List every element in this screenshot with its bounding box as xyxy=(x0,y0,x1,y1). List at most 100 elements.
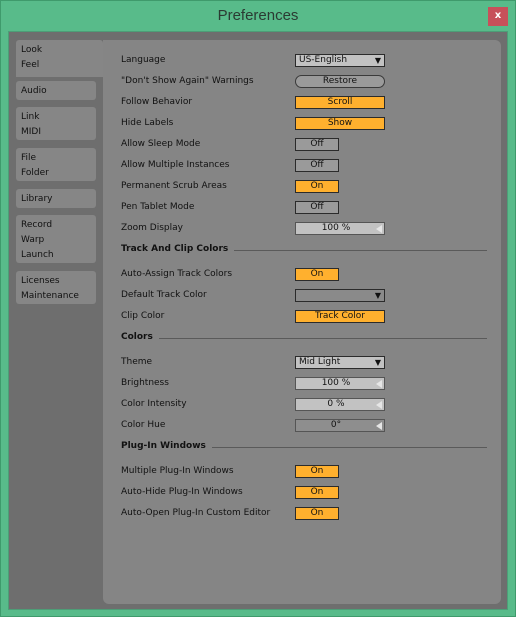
hide-labels-toggle[interactable]: Show xyxy=(295,117,385,130)
theme-dropdown[interactable]: Mid Light ▼ xyxy=(295,356,385,369)
section-title: Colors xyxy=(121,332,159,342)
slider-arrow-icon xyxy=(376,401,382,409)
tab-file[interactable]: File xyxy=(21,151,91,166)
tab-warp[interactable]: Warp xyxy=(21,233,91,248)
tab-group-library[interactable]: Library xyxy=(16,189,96,208)
title-bar[interactable]: Preferences x xyxy=(1,1,515,31)
default-track-color-dropdown[interactable]: ▼ xyxy=(295,289,385,302)
section-title: Track And Clip Colors xyxy=(121,244,235,254)
brightness-value: 100 % xyxy=(321,378,351,388)
color-hue-label: Color Hue xyxy=(121,420,166,430)
color-intensity-label: Color Intensity xyxy=(121,399,187,409)
row-multiple-plugin-windows: Multiple Plug-In Windows On xyxy=(121,465,481,480)
row-auto-hide-plugin: Auto-Hide Plug-In Windows On xyxy=(121,486,481,501)
tab-library[interactable]: Library xyxy=(21,192,91,207)
multiple-plugin-windows-toggle[interactable]: On xyxy=(295,465,339,478)
multiple-plugin-windows-label: Multiple Plug-In Windows xyxy=(121,466,234,476)
settings-panel: Language US-English ▼ "Don't Show Again"… xyxy=(103,40,501,604)
section-title: Plug-In Windows xyxy=(121,441,212,451)
pen-tablet-toggle[interactable]: Off xyxy=(295,201,339,214)
row-color-hue: Color Hue 0° xyxy=(121,419,481,434)
restore-button[interactable]: Restore xyxy=(295,75,385,88)
tab-midi[interactable]: MIDI xyxy=(21,125,91,140)
row-zoom-display: Zoom Display 100 % xyxy=(121,222,481,237)
close-button[interactable]: x xyxy=(488,7,508,26)
multiple-instances-label: Allow Multiple Instances xyxy=(121,160,230,170)
section-plugin-windows: Plug-In Windows xyxy=(121,441,487,455)
language-dropdown[interactable]: US-English ▼ xyxy=(295,54,385,67)
theme-label: Theme xyxy=(121,357,153,367)
chevron-down-icon: ▼ xyxy=(374,56,381,65)
tab-maintenance[interactable]: Maintenance xyxy=(21,289,91,304)
row-brightness: Brightness 100 % xyxy=(121,377,481,392)
follow-behavior-toggle[interactable]: Scroll xyxy=(295,96,385,109)
color-hue-slider[interactable]: 0° xyxy=(295,419,385,432)
auto-open-editor-toggle[interactable]: On xyxy=(295,507,339,520)
tab-licenses[interactable]: Licenses xyxy=(21,274,91,289)
section-colors: Colors xyxy=(121,332,487,346)
tab-audio[interactable]: Audio xyxy=(21,84,91,99)
row-follow-behavior: Follow Behavior Scroll xyxy=(121,96,481,111)
brightness-slider[interactable]: 100 % xyxy=(295,377,385,390)
auto-assign-toggle[interactable]: On xyxy=(295,268,339,281)
sleep-mode-label: Allow Sleep Mode xyxy=(121,139,201,149)
row-theme: Theme Mid Light ▼ xyxy=(121,356,481,371)
tab-group-record-warp-launch[interactable]: Record Warp Launch xyxy=(16,215,96,263)
row-default-track-color: Default Track Color ▼ xyxy=(121,289,481,304)
section-divider xyxy=(121,338,487,339)
tab-group-audio[interactable]: Audio xyxy=(16,81,96,100)
row-color-intensity: Color Intensity 0 % xyxy=(121,398,481,413)
sleep-mode-toggle[interactable]: Off xyxy=(295,138,339,151)
tab-group-file-folder[interactable]: File Folder xyxy=(16,148,96,181)
slider-arrow-icon xyxy=(376,380,382,388)
follow-behavior-label: Follow Behavior xyxy=(121,97,193,107)
row-hide-labels: Hide Labels Show xyxy=(121,117,481,132)
color-intensity-value: 0 % xyxy=(327,399,345,409)
close-icon: x xyxy=(494,10,502,21)
default-track-color-label: Default Track Color xyxy=(121,290,207,300)
hide-labels-label: Hide Labels xyxy=(121,118,174,128)
row-pen-tablet: Pen Tablet Mode Off xyxy=(121,201,481,216)
clip-color-toggle[interactable]: Track Color xyxy=(295,310,385,323)
tab-look[interactable]: Look xyxy=(21,43,98,58)
zoom-display-slider[interactable]: 100 % xyxy=(295,222,385,235)
window-title: Preferences xyxy=(217,7,299,24)
theme-value: Mid Light xyxy=(299,357,341,367)
slider-arrow-icon xyxy=(376,422,382,430)
clip-color-label: Clip Color xyxy=(121,311,165,321)
auto-hide-plugin-toggle[interactable]: On xyxy=(295,486,339,499)
language-label: Language xyxy=(121,55,166,65)
tab-record[interactable]: Record xyxy=(21,218,91,233)
row-multiple-instances: Allow Multiple Instances Off xyxy=(121,159,481,174)
row-clip-color: Clip Color Track Color xyxy=(121,310,481,325)
section-track-clip-colors: Track And Clip Colors xyxy=(121,244,487,258)
row-warnings: "Don't Show Again" Warnings Restore xyxy=(121,75,481,90)
row-auto-open-editor: Auto-Open Plug-In Custom Editor On xyxy=(121,507,481,522)
client-area: Look Feel Audio Link MIDI File Folder Li… xyxy=(8,31,508,610)
scrub-areas-toggle[interactable]: On xyxy=(295,180,339,193)
chevron-down-icon: ▼ xyxy=(374,291,381,300)
auto-hide-plugin-label: Auto-Hide Plug-In Windows xyxy=(121,487,243,497)
row-sleep-mode: Allow Sleep Mode Off xyxy=(121,138,481,153)
color-intensity-slider[interactable]: 0 % xyxy=(295,398,385,411)
slider-arrow-icon xyxy=(376,225,382,233)
row-scrub-areas: Permanent Scrub Areas On xyxy=(121,180,481,195)
chevron-down-icon: ▼ xyxy=(374,358,381,367)
auto-assign-label: Auto-Assign Track Colors xyxy=(121,269,233,279)
color-hue-value: 0° xyxy=(330,420,342,430)
row-auto-assign-colors: Auto-Assign Track Colors On xyxy=(121,268,481,283)
pen-tablet-label: Pen Tablet Mode xyxy=(121,202,195,212)
tab-link[interactable]: Link xyxy=(21,110,91,125)
preferences-window: Preferences x Look Feel Audio Link MIDI … xyxy=(0,0,516,617)
tab-folder[interactable]: Folder xyxy=(21,166,91,181)
language-value: US-English xyxy=(299,55,348,65)
multiple-instances-toggle[interactable]: Off xyxy=(295,159,339,172)
tab-group-licenses-maintenance[interactable]: Licenses Maintenance xyxy=(16,271,96,304)
tab-launch[interactable]: Launch xyxy=(21,248,91,263)
zoom-display-label: Zoom Display xyxy=(121,223,183,233)
auto-open-editor-label: Auto-Open Plug-In Custom Editor xyxy=(121,508,271,518)
warnings-label: "Don't Show Again" Warnings xyxy=(121,76,254,86)
tab-group-link-midi[interactable]: Link MIDI xyxy=(16,107,96,140)
zoom-display-value: 100 % xyxy=(321,223,351,233)
scrub-areas-label: Permanent Scrub Areas xyxy=(121,181,227,191)
